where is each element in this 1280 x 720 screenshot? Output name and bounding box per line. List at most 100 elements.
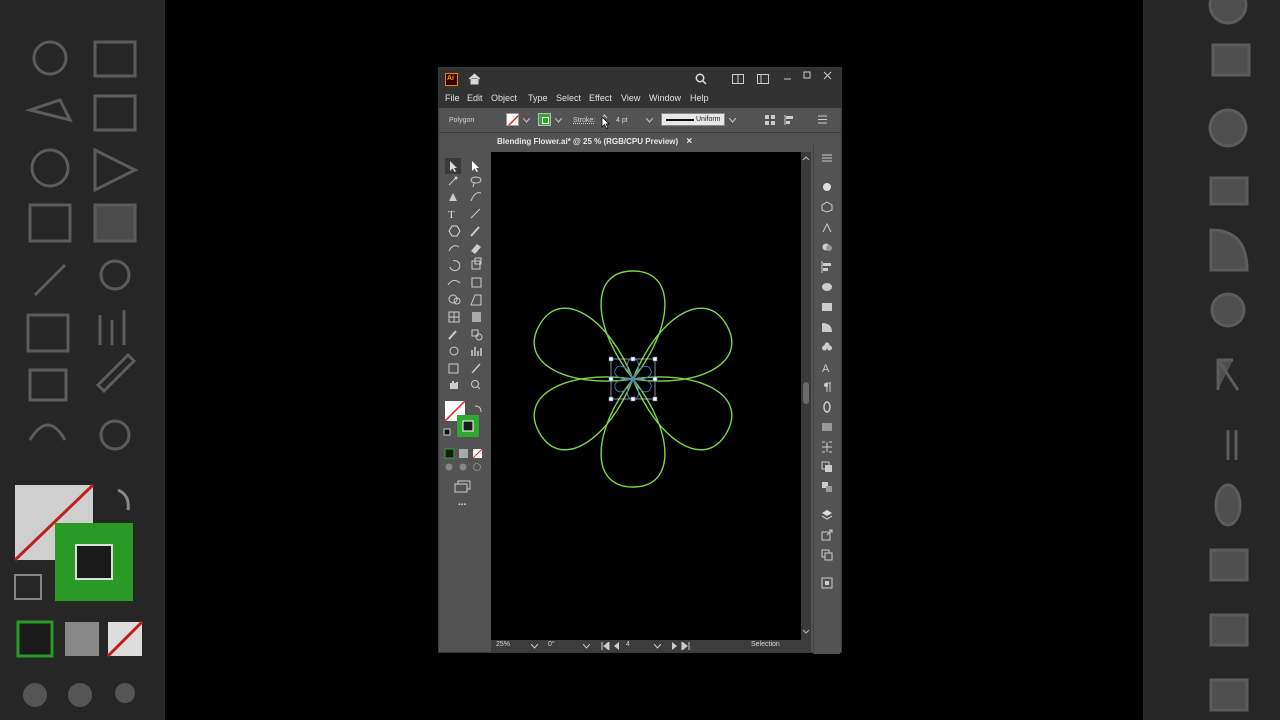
symbols-panel-icon[interactable] [821, 341, 833, 353]
polygon-tool-icon[interactable] [448, 225, 461, 237]
draw-behind-icon[interactable] [459, 463, 467, 471]
artboard-number[interactable]: 4 [626, 641, 630, 648]
workspace-switcher-icon[interactable] [757, 74, 769, 84]
menu-type[interactable]: Type [528, 93, 548, 103]
close-window-icon[interactable] [823, 71, 832, 80]
flower-artwork[interactable] [491, 152, 801, 640]
color-panel-icon[interactable] [821, 281, 833, 293]
pen-tool-icon[interactable] [449, 193, 457, 201]
transform-panel-icon[interactable] [821, 441, 833, 453]
next-artboard-icon[interactable] [671, 642, 678, 650]
rotation-dropdown-icon[interactable] [583, 644, 590, 649]
fill-dropdown-chevron-icon[interactable] [523, 118, 530, 123]
profile-dropdown-icon[interactable] [729, 118, 736, 123]
brushes-panel-icon[interactable] [821, 221, 833, 233]
fill-swatch[interactable] [506, 113, 519, 126]
mesh-tool-icon[interactable] [448, 311, 460, 323]
home-icon[interactable] [468, 73, 481, 85]
rotate-tool-icon[interactable] [449, 260, 461, 272]
menu-select[interactable]: Select [556, 93, 581, 103]
vertical-scrollbar[interactable] [801, 152, 811, 640]
transparency-panel-icon[interactable] [821, 421, 833, 433]
paragraph-panel-icon[interactable] [821, 381, 833, 393]
none-mode-icon[interactable] [472, 448, 483, 459]
draw-inside-icon[interactable] [473, 463, 481, 471]
character-panel-icon[interactable]: A [821, 361, 833, 373]
shaper-tool-icon[interactable] [448, 245, 460, 252]
menu-window[interactable]: Window [649, 93, 681, 103]
menu-effect[interactable]: Effect [589, 93, 612, 103]
layers-panel-icon[interactable] [821, 509, 833, 521]
scroll-thumb[interactable] [803, 382, 809, 404]
swatches-panel-icon[interactable] [821, 301, 833, 313]
draw-normal-icon[interactable] [445, 463, 453, 471]
gradient-panel-icon[interactable] [821, 321, 833, 333]
hand-tool-icon[interactable] [450, 381, 458, 389]
last-artboard-icon[interactable] [681, 642, 690, 650]
search-icon[interactable] [695, 73, 707, 85]
panel-menu-icon[interactable] [818, 115, 827, 124]
previous-artboard-icon[interactable] [613, 642, 620, 650]
paintbrush-tool-icon[interactable] [470, 226, 480, 237]
magic-wand-icon[interactable] [448, 176, 458, 186]
type-tool-icon[interactable]: T [448, 209, 455, 221]
menu-edit[interactable]: Edit [467, 93, 483, 103]
menu-object[interactable]: Object [491, 93, 517, 103]
appearance-panel-icon[interactable] [821, 181, 833, 193]
arrange-documents-icon[interactable] [732, 74, 744, 84]
gradient-mode-icon[interactable] [459, 449, 468, 458]
first-artboard-icon[interactable] [601, 642, 610, 650]
eyedropper-tool-icon[interactable] [448, 330, 457, 340]
libraries-panel-icon[interactable] [821, 577, 833, 589]
stroke-weight-dropdown-icon[interactable] [646, 118, 653, 123]
menu-file[interactable]: File [445, 93, 460, 103]
width-tool-icon[interactable] [447, 279, 461, 286]
bounding-box[interactable] [608, 356, 658, 402]
column-graph-tool-icon[interactable] [471, 347, 482, 356]
document-tab[interactable]: Blending Flower.ai* @ 25 % (RGB/CPU Prev… [491, 134, 698, 150]
stroke-weight-value[interactable]: 4 pt [616, 117, 628, 124]
lasso-tool-icon[interactable] [470, 176, 482, 188]
default-colors-icon[interactable] [443, 428, 451, 436]
perspective-grid-tool-icon[interactable] [470, 294, 482, 306]
zoom-tool-icon[interactable] [471, 380, 481, 390]
zoom-dropdown-icon[interactable] [531, 644, 538, 649]
swap-fill-stroke-icon[interactable] [474, 405, 482, 413]
artboard-dropdown-icon[interactable] [654, 644, 661, 649]
color-mode-icon[interactable] [444, 448, 455, 459]
document-tab-close-icon[interactable]: × [686, 136, 692, 147]
slice-tool-icon[interactable] [471, 363, 481, 374]
symbol-sprayer-tool-icon[interactable] [449, 346, 459, 356]
zoom-level[interactable]: 25% [496, 641, 510, 648]
scroll-down-icon[interactable] [801, 628, 811, 636]
selected-small-flower[interactable] [608, 356, 658, 402]
menu-view[interactable]: View [621, 93, 640, 103]
screen-mode-icon[interactable] [454, 480, 471, 493]
pathfinder-panel-icon[interactable] [821, 461, 833, 473]
rotation-value[interactable]: 0° [548, 641, 555, 648]
stroke-label[interactable]: Stroke: [573, 117, 595, 124]
export-panel-icon[interactable] [821, 529, 833, 541]
opentype-panel-icon[interactable] [821, 401, 833, 413]
align-grid-icon[interactable] [765, 115, 775, 125]
scroll-up-icon[interactable] [801, 154, 811, 162]
scale-tool-icon[interactable] [471, 257, 482, 270]
color-guide-panel-icon[interactable] [821, 241, 833, 253]
align-panel-icon[interactable] [821, 261, 833, 273]
menu-help[interactable]: Help [690, 93, 709, 103]
free-transform-tool-icon[interactable] [471, 277, 482, 288]
line-tool-icon[interactable] [470, 208, 481, 219]
maximize-icon[interactable] [803, 71, 812, 80]
minimize-icon[interactable] [783, 74, 792, 83]
properties-panel-icon[interactable] [821, 152, 833, 164]
stroke-dropdown-chevron-icon[interactable] [555, 118, 562, 123]
stroke-swatch[interactable] [538, 113, 551, 126]
variable-width-profile[interactable]: Uniform [661, 113, 725, 126]
artboard-canvas[interactable] [491, 152, 801, 640]
artboard-tool-icon[interactable] [448, 363, 459, 374]
direct-selection-tool-icon[interactable] [472, 161, 479, 172]
align-left-icon[interactable] [784, 115, 796, 125]
eraser-tool-icon[interactable] [471, 244, 481, 254]
gradient-tool-icon[interactable] [472, 312, 481, 322]
asset-export-panel-icon[interactable] [821, 481, 833, 493]
